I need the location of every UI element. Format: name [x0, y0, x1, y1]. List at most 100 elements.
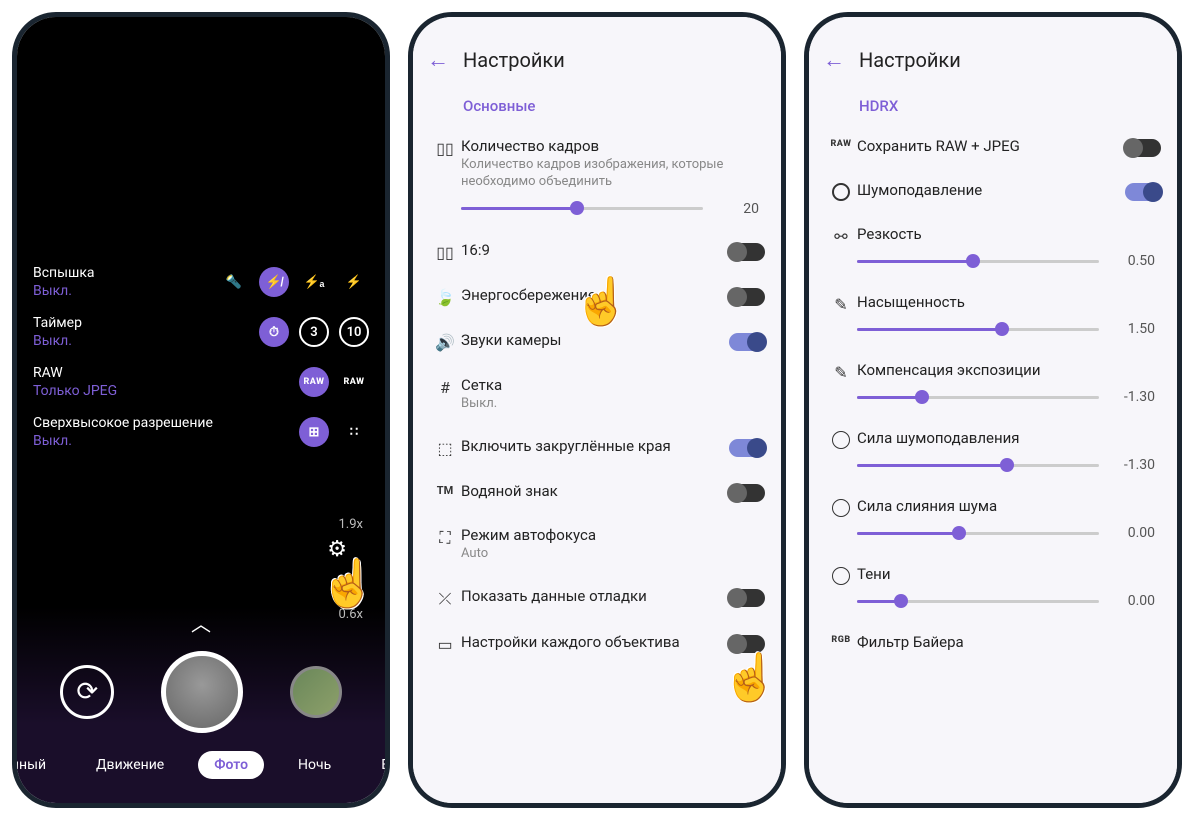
denoise-toggle[interactable] [1125, 183, 1161, 201]
mergestrength-slider[interactable]: 0.00 [857, 525, 1155, 541]
row-sounds[interactable]: 🔊 Звуки камеры [413, 319, 781, 364]
flash-off-icon[interactable]: ⚡⁠̸ [259, 267, 289, 297]
superres-off-icon[interactable]: ∷ [339, 417, 369, 447]
shutter-button[interactable] [161, 651, 243, 733]
frames-title: Количество кадров [461, 137, 759, 155]
switch-camera-button[interactable]: ⟳ [60, 665, 114, 719]
row-rawjpeg[interactable]: RAW Сохранить RAW + JPEG [809, 125, 1177, 169]
rawjpeg-toggle[interactable] [1125, 139, 1161, 157]
row-grid[interactable]: # Сетка Выкл. [413, 364, 781, 425]
superres-on-icon[interactable]: ⊞ [299, 417, 329, 447]
eyedropper-icon: ✎ [825, 293, 857, 314]
settings-title: Настройки [859, 48, 961, 72]
row-bayer[interactable]: RGB Фильтр Байера [809, 621, 1177, 663]
section-main: Основные [413, 85, 781, 125]
row-saturation[interactable]: ✎ Насыщенность 1.50 [809, 281, 1177, 349]
back-icon[interactable]: ← [427, 47, 463, 73]
zoom-upper[interactable]: 1.9x [339, 517, 364, 532]
mode-night[interactable]: Ночь [282, 751, 347, 779]
row-perlens[interactable]: ▭ Настройки каждого объектива [413, 621, 781, 666]
raw-value: Только JPEG [33, 383, 299, 399]
gear-icon[interactable]: ⚙ [327, 537, 347, 562]
mode-motion[interactable]: Движение [80, 751, 180, 779]
speaker-icon: 🔊 [429, 331, 461, 352]
rounded-toggle[interactable] [729, 439, 765, 457]
row-powersave[interactable]: 🍃 Энергосбережение [413, 274, 781, 319]
raw-only-icon[interactable]: RAW [339, 367, 369, 397]
phone-camera: Вспышка Выкл. 🔦 ⚡⁠̸ ⚡ₐ ⚡ Таймер Выкл. ⏱ … [12, 12, 390, 808]
timer-10-icon[interactable]: 10 [339, 317, 369, 347]
row-sharpness[interactable]: ⚯ Резкость 0.50 [809, 213, 1177, 281]
powersave-toggle[interactable] [729, 288, 765, 306]
circle-icon [825, 181, 857, 201]
mode-photo[interactable]: Фото [198, 751, 264, 779]
rgb-icon: RGB [825, 633, 857, 645]
mode-selector[interactable]: ечный Движение Фото Ночь Ви [17, 743, 385, 787]
mode-left-truncated[interactable]: ечный [17, 751, 62, 779]
chevron-up-icon[interactable]: ︿ [17, 608, 385, 637]
row-expcomp[interactable]: ✎ Компенсация экспозиции -1.30 [809, 349, 1177, 417]
row-mergestrength[interactable]: Сила слияния шума 0.00 [809, 485, 1177, 553]
settings-hdrx-screen: ← Настройки HDRX RAW Сохранить RAW + JPE… [809, 17, 1177, 803]
gallery-thumbnail[interactable] [290, 666, 342, 718]
row-dnstrength[interactable]: Сила шумоподавления -1.30 [809, 417, 1177, 485]
row-debug[interactable]: ⤫ Показать данные отладки [413, 575, 781, 621]
row-watermark[interactable]: TM Водяной знак [413, 470, 781, 514]
quick-raw-row: RAW Только JPEG RAW RAW [29, 357, 373, 407]
perlens-toggle[interactable] [729, 635, 765, 653]
settings-title: Настройки [463, 48, 565, 72]
aspect-toggle[interactable] [729, 243, 765, 261]
quick-superres-row: Сверхвысокое разрешение Выкл. ⊞ ∷ [29, 407, 373, 457]
eyedropper-icon: ✎ [825, 361, 857, 382]
frames-desc: Количество кадров изображения, которые н… [461, 157, 759, 191]
settings-screen: ← Настройки Основные ▯▯ Количество кадро… [413, 17, 781, 803]
collapse-icon: ⤫ [429, 587, 461, 609]
aspect-icon: ▯▯ [429, 241, 461, 262]
rounded-icon: ⬚ [429, 437, 461, 458]
circle-icon [825, 497, 857, 517]
watermark-icon: TM [429, 482, 461, 497]
grid-icon: # [429, 376, 461, 397]
row-frames[interactable]: ▯▯ Количество кадров Количество кадров и… [413, 125, 781, 229]
mode-right-truncated[interactable]: Ви [365, 751, 385, 779]
row-denoise[interactable]: Шумоподавление [809, 169, 1177, 213]
frames-value: 20 [715, 201, 759, 217]
row-rounded[interactable]: ⬚ Включить закруглённые края [413, 425, 781, 470]
pointer-hand-icon: ☝ [320, 557, 377, 611]
sounds-toggle[interactable] [729, 333, 765, 351]
watermark-toggle[interactable] [729, 484, 765, 502]
flash-on-icon[interactable]: ⚡ [339, 267, 369, 297]
row-autofocus[interactable]: ⛶ Режим автофокуса Auto [413, 514, 781, 575]
flash-auto-icon[interactable]: ⚡ₐ [299, 267, 329, 297]
shadows-slider[interactable]: 0.00 [857, 593, 1155, 609]
back-icon[interactable]: ← [823, 47, 859, 73]
dnstrength-slider[interactable]: -1.30 [857, 457, 1155, 473]
saturation-slider[interactable]: 1.50 [857, 321, 1155, 337]
debug-toggle[interactable] [729, 589, 765, 607]
timer-label: Таймер [33, 315, 259, 331]
quick-timer-row: Таймер Выкл. ⏱ 3 10 [29, 307, 373, 357]
phone-settings-hdrx: ← Настройки HDRX RAW Сохранить RAW + JPE… [804, 12, 1182, 808]
quick-flash-row: Вспышка Выкл. 🔦 ⚡⁠̸ ⚡ₐ ⚡ [29, 257, 373, 307]
superres-value: Выкл. [33, 433, 299, 449]
frames-slider[interactable]: 20 [461, 201, 759, 217]
sharpness-slider[interactable]: 0.50 [857, 253, 1155, 269]
flash-label: Вспышка [33, 265, 219, 281]
flash-value: Выкл. [33, 283, 219, 299]
expcomp-slider[interactable]: -1.30 [857, 389, 1155, 405]
raw-jpeg-icon[interactable]: RAW [299, 367, 329, 397]
timer-3-icon[interactable]: 3 [299, 317, 329, 347]
quick-settings-panel: Вспышка Выкл. 🔦 ⚡⁠̸ ⚡ₐ ⚡ Таймер Выкл. ⏱ … [29, 257, 373, 457]
settings-header: ← Настройки [413, 17, 781, 85]
row-aspect[interactable]: ▯▯ 16:9 [413, 229, 781, 274]
frames-icon: ▯▯ [429, 137, 461, 158]
row-shadows[interactable]: Тени 0.00 [809, 553, 1177, 621]
timer-off-icon[interactable]: ⏱ [259, 317, 289, 347]
flash-torch-icon[interactable]: 🔦 [219, 267, 249, 297]
link-icon: ⚯ [825, 225, 857, 246]
leaf-icon: 🍃 [429, 286, 461, 307]
settings-header: ← Настройки [809, 17, 1177, 85]
superres-label: Сверхвысокое разрешение [33, 415, 299, 431]
raw-icon: RAW [825, 137, 857, 149]
circle-icon [825, 565, 857, 585]
